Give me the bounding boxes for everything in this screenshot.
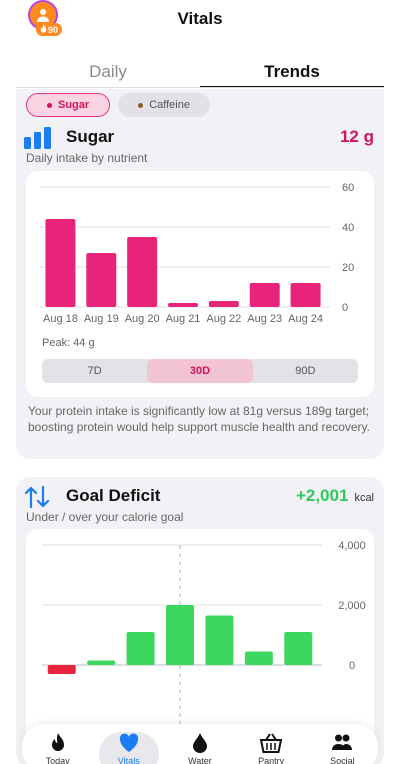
x-tick-label: Aug 19 [84,313,119,325]
metric-subtitle: Daily intake by nutrient [26,151,148,165]
bar [208,301,239,307]
chip-caffeine[interactable]: Caffeine [118,93,210,117]
nav-social[interactable]: Social [312,732,372,764]
x-tick-label: Aug 23 [247,313,282,325]
range-90d[interactable]: 90D [253,359,358,383]
page-title: Vitals [177,9,223,28]
range-30d[interactable]: 30D [147,359,253,383]
metric-title: Goal Deficit [66,486,161,505]
bar [205,615,234,665]
view-switcher: Daily Trends [16,56,384,88]
y-tick-label: 0 [342,302,348,314]
nutrient-chips: Sugar Caffeine [26,93,210,117]
bar-chart-icon [24,127,51,149]
bar [45,219,76,307]
bar [168,303,198,307]
nav-label: Pantry [258,756,285,764]
bar [166,605,194,665]
nav-label: Water [188,756,212,764]
metric-title: Sugar [66,127,115,146]
bar [249,283,280,307]
y-tick-label: 20 [342,262,354,274]
divider [16,87,384,88]
metric-value: 12 g [339,127,374,146]
bar [87,660,116,665]
x-tick-label: Aug 24 [288,313,323,325]
sugar-chart: 0 20 40 60 Aug 18 Aug 19 Aug 20 Aug 21 Aug 22 Aug… [40,182,354,325]
y-tick-label: 60 [342,182,354,194]
chip-label: Sugar [58,99,90,111]
x-tick-label: Aug 22 [206,313,241,325]
x-tick-label: Aug 21 [166,313,201,325]
nav-water[interactable]: Water [170,732,230,764]
y-tick-label: 4,000 [338,540,366,552]
deficit-unit: kcal [354,492,374,504]
goal-deficit-card: Goal Deficit +2,001 kcal Under / over you… [16,477,384,764]
bar [244,651,273,665]
arrows-up-down-icon [24,486,50,508]
x-tick-label: Aug 20 [125,313,160,325]
vitals-screen: 90 Vitals Daily Trends Sugar Caffeine Su… [0,0,400,764]
deficit-value: +2,001 [295,486,349,505]
bar [284,632,313,665]
range-7d[interactable]: 7D [42,359,147,383]
tab-daily[interactable]: Daily [16,56,200,88]
nav-label: Social [330,756,355,764]
nav-pantry[interactable]: Pantry [241,732,301,764]
peak-label: Peak: 44 g [42,337,95,349]
heart-icon [119,733,138,752]
y-tick-label: 40 [342,222,354,234]
metric-subtitle: Under / over your calorie goal [26,510,184,524]
bar [86,253,117,307]
sugar-chart-panel: 0 20 40 60 Aug 18 Aug 19 Aug 20 Aug 21 Aug 22 Aug… [26,171,374,397]
nav-vitals[interactable]: Vitals [98,732,159,764]
bar [126,632,155,665]
range-selector: 7D 30D 90D [42,359,358,383]
nav-label: Today [45,756,70,764]
x-tick-label: Aug 18 [43,313,78,325]
tab-trends[interactable]: Trends [200,56,384,88]
top-header: 90 Vitals [0,0,400,42]
y-tick-label: 2,000 [338,600,366,612]
y-tick-label: 0 [349,660,355,672]
deficit-header: Goal Deficit +2,001 kcal [24,486,376,510]
bottom-nav: Today Vitals Water Pantry Social [22,724,378,764]
metric-value: +2,001 kcal [296,486,374,506]
people-icon [332,734,353,750]
chip-sugar[interactable]: Sugar [26,93,111,117]
drop-icon [192,733,207,753]
chip-label: Caffeine [149,99,190,111]
sugar-card: Sugar Caffeine Sugar 12 g Daily intake b… [16,89,384,459]
bar [47,665,76,674]
bar [290,283,321,307]
flame-icon [51,733,64,751]
nav-today[interactable]: Today [28,732,88,764]
insight-text: Your protein intake is significantly low… [28,404,370,434]
sugar-header: Sugar 12 g [24,127,376,151]
caffeine-dot [138,102,144,108]
bar [127,237,158,307]
nav-label: Vitals [117,756,140,764]
sugar-dot [47,102,52,108]
basket-icon [260,733,283,753]
